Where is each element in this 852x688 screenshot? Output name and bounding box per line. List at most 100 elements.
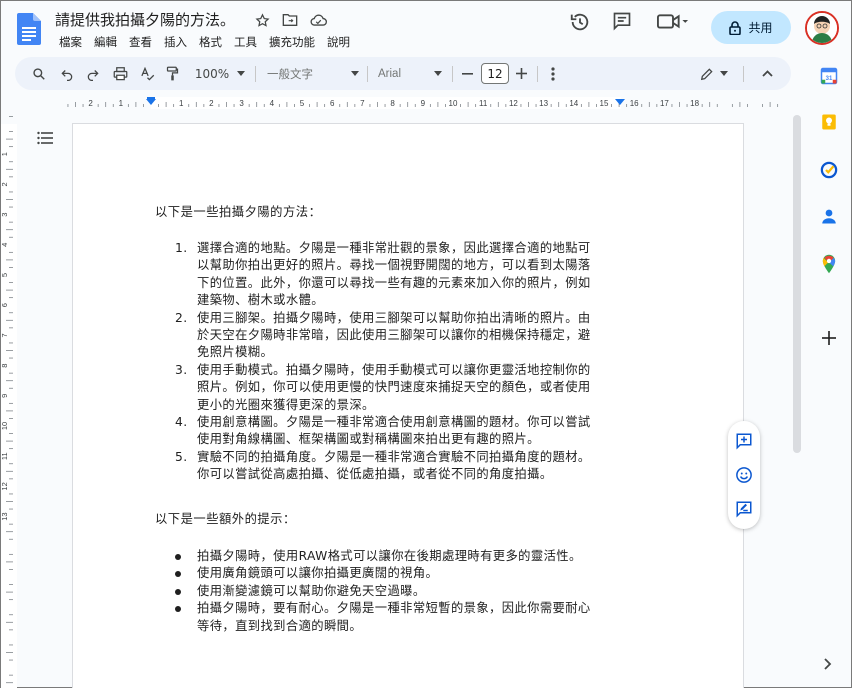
vertical-scrollbar[interactable] [793,115,801,453]
first-line-indent-marker-icon[interactable] [147,97,155,99]
list-item[interactable]: 2. 使用三腳架。拍攝夕陽時，使用三腳架可以幫助你拍出清晰的照片。由 於天空在夕陽時… [169,310,617,362]
search-icon[interactable] [29,57,49,90]
document-title[interactable]: 請提供我拍攝夕陽的方法。 [55,9,235,30]
cloud-status-icon[interactable] [309,11,327,29]
ruler-tick-label: 5 [300,99,305,108]
maps-icon[interactable] [818,253,840,275]
ruler-tick-label: 6 [1,303,9,307]
ruler-tick-label: 10 [1,422,9,430]
list-item[interactable]: 3. 使用手動模式。拍攝夕陽時，使用手動模式可以讓你更靈活地控制你的 照片。例如，你… [169,362,617,414]
ruler-tick-label: 18 [690,99,699,108]
list-item-line: 建築物、樹木或水體。 [197,293,324,308]
tasks-icon[interactable] [818,159,840,181]
menu-format[interactable]: 格式 [193,34,228,50]
docs-logo-icon[interactable] [17,13,41,45]
horizontal-ruler[interactable]: 2 1 1 2 3 4 5 6 7 8 9 10 11 12 13 14 15 16 17 18 [1,97,791,109]
share-label: 共用 [748,21,773,35]
list-item-line: 照片。例如，你可以使用更慢的快門速度來捕捉天空的顏色，或者使用 [197,380,591,395]
redo-icon[interactable] [83,57,103,90]
list-item-line: 實驗不同的拍攝角度。夕陽是一種非常適合實驗不同拍攝角度的題材。 [197,449,591,464]
list-item-line: 使用創意構圖。夕陽是一種非常適合使用創意構圖的題材。你可以嘗試 [197,415,591,430]
chevron-down-icon [720,71,728,76]
list-item-line: 拍攝夕陽時，要有耐心。夕陽是一種非常短暫的景象，因此你需要耐心 [197,601,591,616]
list-item[interactable]: 4. 使用創意構圖。夕陽是一種非常適合使用創意構圖的題材。你可以嘗試 使用對角線構圖… [169,414,617,449]
list-item[interactable]: 拍攝夕陽時，要有耐心。夕陽是一種非常短暫的景象，因此你需要耐心 等待，直到找到合適… [169,600,617,635]
list-item-line: 使用廣角鏡頭可以讓你拍攝更廣闊的視角。 [197,566,439,581]
more-options-icon[interactable] [547,57,559,90]
list-item[interactable]: 使用廣角鏡頭可以讓你拍攝更廣闊的視角。 [169,565,617,582]
extra-tips-heading[interactable]: 以下是一些額外的提示： [155,511,296,528]
history-icon[interactable] [569,11,591,37]
emoji-icon[interactable] [734,465,754,485]
ruler-tick-label: 5 [1,273,9,277]
contacts-icon[interactable] [818,205,840,227]
share-button[interactable]: 共用 [711,11,791,44]
document-outline-icon[interactable] [37,131,53,145]
star-icon[interactable] [253,11,271,29]
list-number: 3. [175,362,188,377]
paint-format-icon[interactable] [162,57,182,90]
list-item-line: 使用對角線構圖、框架構圖或對稱構圖來拍出更有趣的照片。 [197,432,540,447]
menu-insert[interactable]: 插入 [158,34,193,50]
menu-view[interactable]: 查看 [123,34,158,50]
bullet-icon [175,571,181,578]
move-folder-icon[interactable] [281,11,299,29]
menu-help[interactable]: 說明 [321,34,356,50]
ruler-tick-label: 4 [1,243,9,247]
menu-extensions[interactable]: 擴充功能 [263,34,321,50]
formatting-toolbar: 100% 一般文字 Arial 12 [15,57,791,90]
ruler-tick-label: 3 [239,99,244,108]
list-item[interactable]: 1. 選擇合適的地點。夕陽是一種非常壯觀的景象，因此選擇合適的地點可 以幫助你拍出更… [169,240,617,310]
menu-file[interactable]: 檔案 [53,34,88,50]
list-number: 4. [175,415,188,430]
plus-icon [515,68,527,79]
chevron-down-icon [434,71,442,76]
list-item[interactable]: 5. 實驗不同的拍攝角度。夕陽是一種非常適合實驗不同拍攝角度的題材。 你可以嘗試從高… [169,449,617,484]
list-item-line: 使用漸變濾鏡可以幫助你避免天空過曝。 [197,583,426,598]
spellcheck-icon[interactable] [137,57,157,90]
font-size-input[interactable]: 12 [481,63,509,84]
zoom-value: 100% [194,66,230,81]
vertical-ruler[interactable]: 112345678910111213 [1,111,17,688]
ruler-tick-label: 10 [449,99,458,108]
list-item[interactable]: 使用漸變濾鏡可以幫助你避免天空過曝。 [169,583,617,600]
bullet-icon [175,606,181,613]
lock-icon [729,20,742,35]
print-icon[interactable] [110,57,130,90]
account-avatar[interactable] [805,11,839,45]
document-page[interactable]: 以下是一些拍攝夕陽的方法： 1. 選擇合適的地點。夕陽是一種非常壯觀的景象，因此選… [73,124,743,688]
suggest-edit-icon[interactable] [734,499,754,519]
ruler-tick-label: 6 [330,99,335,108]
paragraph-style-select[interactable]: 一般文字 [267,57,359,90]
bulleted-list[interactable]: 拍攝夕陽時，使用RAW格式可以讓你在後期處理時有更多的靈活性。 使用廣角鏡頭可以讓… [169,548,617,635]
ruler-tick-label: 7 [360,99,365,108]
ruler-tick-label: 9 [1,394,9,398]
keep-icon[interactable] [818,111,840,133]
decrease-font-size-button[interactable] [459,57,475,90]
numbered-list[interactable]: 1. 選擇合適的地點。夕陽是一種非常壯觀的景象，因此選擇合適的地點可 以幫助你拍出更… [169,240,617,484]
meet-icon[interactable] [657,11,689,35]
add-comment-icon[interactable] [734,431,754,451]
hide-menus-icon[interactable] [757,57,777,90]
menu-bar: 檔案 編輯 查看 插入 格式 工具 擴充功能 說明 [53,34,356,50]
bullet-icon [175,588,181,595]
zoom-select[interactable]: 100% [191,57,249,90]
comments-icon[interactable] [612,11,632,35]
ruler-tick-label: 8 [390,99,395,108]
undo-icon[interactable] [57,57,77,90]
calendar-icon[interactable]: 31 [818,65,840,87]
menu-tools[interactable]: 工具 [228,34,263,50]
add-icon[interactable] [818,327,840,349]
editing-mode-select[interactable] [697,57,731,90]
chevron-down-icon [351,71,359,76]
list-item-line: 於天空在夕陽時非常暗，因此使用三腳架可以讓你的相機保持穩定，避 [197,328,591,343]
menu-edit[interactable]: 編輯 [88,34,123,50]
list-item[interactable]: 拍攝夕陽時，使用RAW格式可以讓你在後期處理時有更多的靈活性。 [169,548,617,565]
increase-font-size-button[interactable] [513,57,529,90]
font-family-select[interactable]: Arial [378,57,442,90]
ruler-tick-label: 2 [209,99,214,108]
expand-side-panel-icon[interactable] [821,657,833,671]
list-number: 5. [175,449,188,464]
intro-paragraph[interactable]: 以下是一些拍攝夕陽的方法： [155,204,321,221]
ruler-tick-label: 7 [1,333,9,337]
